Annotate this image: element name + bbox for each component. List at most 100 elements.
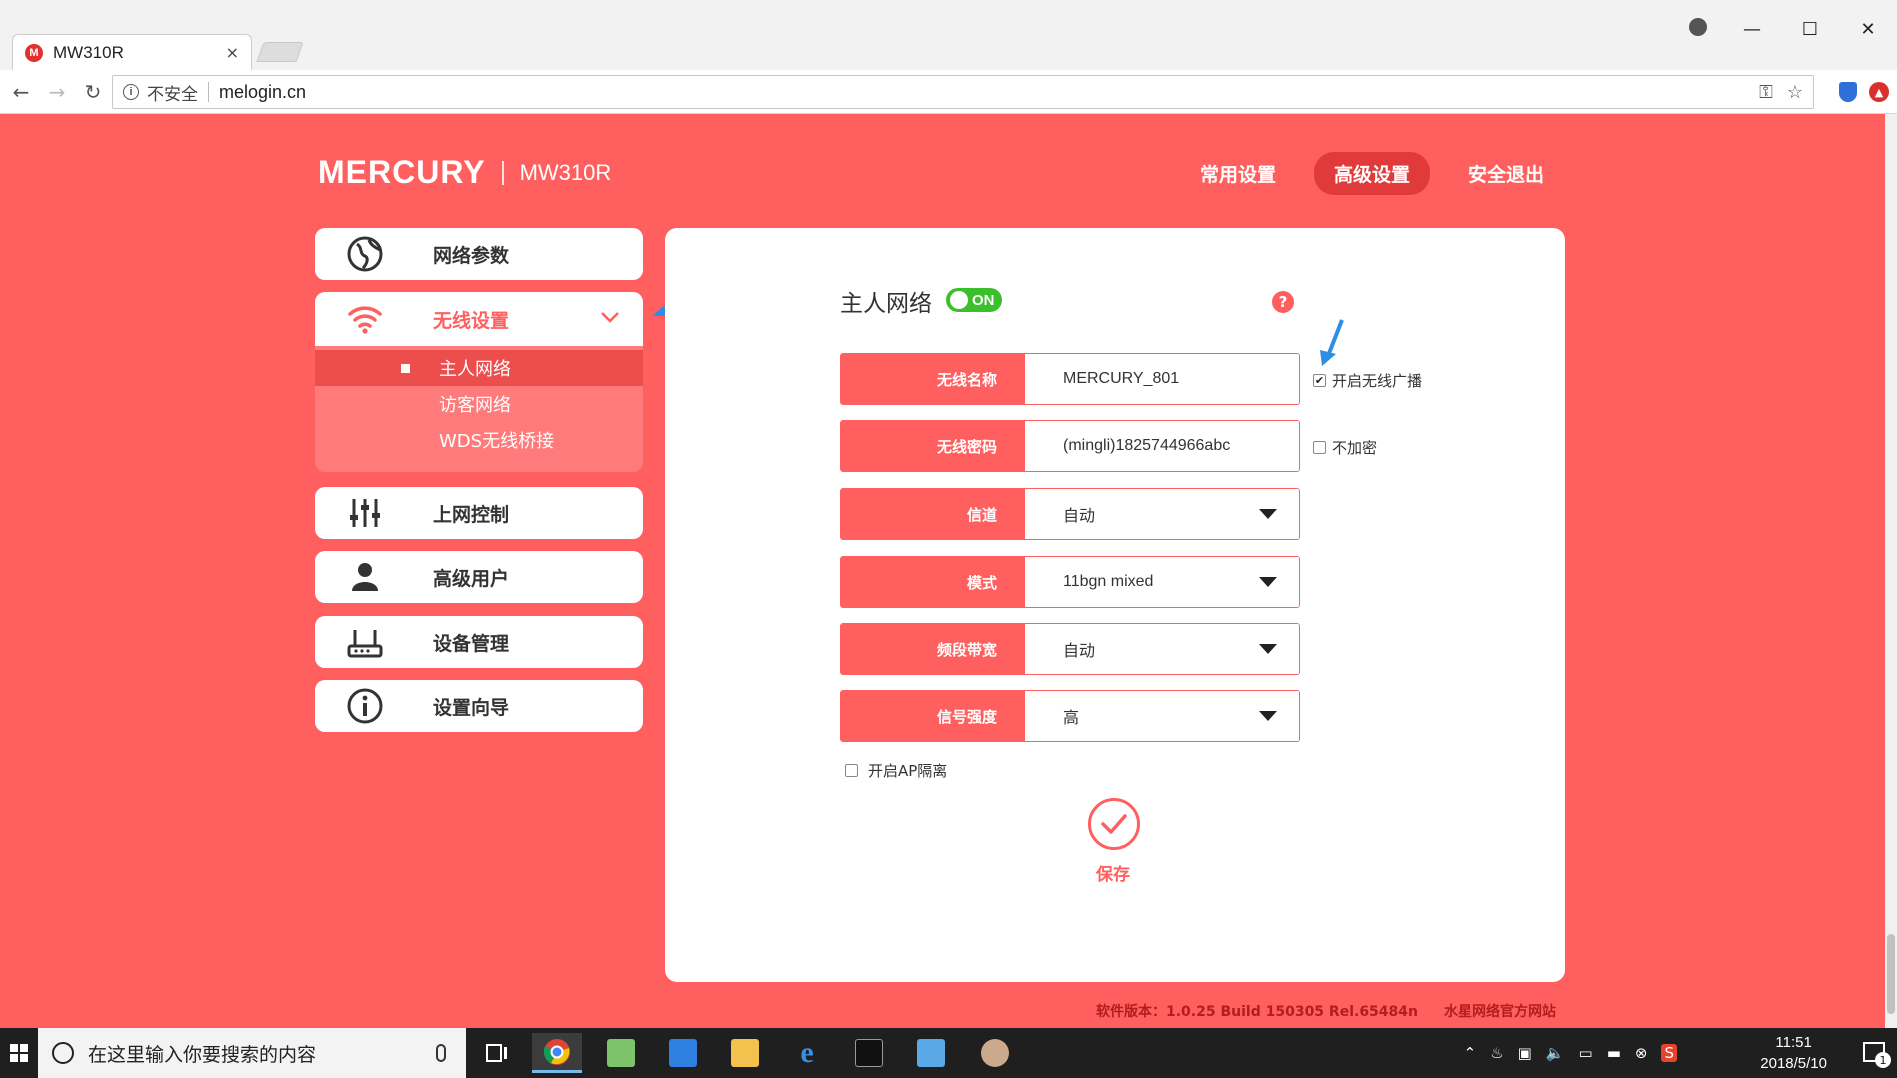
omnibox[interactable]: i 不安全 melogin.cn ⚿ ☆ <box>112 75 1814 109</box>
taskbar: 在这里输入你要搜索的内容 e ⌃ ♨ ▣ 🔈 ▭ ▬ ⊗ S 11:51 201… <box>0 1028 1897 1078</box>
sliders-icon <box>345 493 385 533</box>
dropdown-caret-icon[interactable] <box>1259 509 1277 519</box>
help-icon[interactable]: ? <box>1272 291 1294 313</box>
bandwidth-field[interactable]: 频段带宽 自动 <box>840 623 1300 675</box>
wireless-toggle[interactable]: ON <box>946 288 1002 312</box>
notification-badge: 1 <box>1875 1052 1891 1068</box>
sogou-ime-icon[interactable]: S <box>1661 1044 1677 1062</box>
sidebar-item-network[interactable]: 网络参数 <box>315 228 643 280</box>
battery-icon[interactable]: ▬ <box>1607 1044 1621 1062</box>
tray-app-icon[interactable]: ♨ <box>1490 1044 1503 1062</box>
page-title: 主人网络 <box>840 291 932 317</box>
broadcast-label: 开启无线广播 <box>1332 372 1423 390</box>
minimize-icon[interactable]: — <box>1723 14 1781 44</box>
sidebar-item-advanced-user[interactable]: 高级用户 <box>315 551 643 603</box>
brand-logo: MERCURY <box>318 154 486 190</box>
sidebar-item-label: 网络参数 <box>433 244 510 267</box>
reload-icon[interactable]: ↻ <box>78 77 108 107</box>
broadcast-checkbox[interactable]: ✔ 开启无线广播 <box>1313 370 1422 391</box>
taskbar-clock[interactable]: 11:51 2018/5/10 <box>1760 1032 1827 1074</box>
bandwidth-select[interactable]: 自动 <box>1025 624 1299 674</box>
profile-icon[interactable] <box>1689 18 1707 36</box>
show-hidden-icons-icon[interactable]: ⌃ <box>1464 1044 1477 1062</box>
scrollbar-thumb[interactable] <box>1887 934 1895 1014</box>
new-tab-button[interactable] <box>256 42 304 62</box>
submenu-item-guest-network[interactable]: 访客网络 <box>315 386 643 422</box>
official-site-link[interactable]: 水星网络官方网站 <box>1444 1001 1556 1021</box>
site-info-icon[interactable]: i <box>123 84 139 100</box>
close-window-icon[interactable]: ✕ <box>1839 14 1897 44</box>
ap-isolation-label: 开启AP隔离 <box>868 762 948 780</box>
wps-writer-app-icon[interactable] <box>658 1033 708 1073</box>
ap-isolation-check-icon[interactable] <box>845 764 858 777</box>
annotation-arrow-icon <box>1320 319 1344 366</box>
taskbar-search[interactable]: 在这里输入你要搜索的内容 <box>38 1028 466 1078</box>
file-explorer-app-icon[interactable] <box>720 1033 770 1073</box>
no-encrypt-check-icon[interactable] <box>1313 441 1326 454</box>
avatar-app-icon[interactable] <box>970 1033 1020 1073</box>
nav-advanced-settings[interactable]: 高级设置 <box>1314 152 1431 195</box>
key-icon[interactable]: ⚿ <box>1759 82 1773 103</box>
channel-label: 信道 <box>841 489 1025 539</box>
terminal-app-icon[interactable] <box>844 1033 894 1073</box>
channel-field[interactable]: 信道 自动 <box>840 488 1300 540</box>
mode-select[interactable]: 11bgn mixed <box>1025 557 1299 607</box>
address-bar: ← → ↻ i 不安全 melogin.cn ⚿ ☆ ▲ <box>0 70 1897 114</box>
maximize-icon[interactable]: ☐ <box>1781 14 1839 44</box>
tray-app-icon[interactable]: ▣ <box>1518 1044 1532 1062</box>
mode-value: 11bgn mixed <box>1063 573 1154 590</box>
ssid-input[interactable] <box>1063 370 1283 388</box>
sidebar-item-wireless[interactable]: 无线设置 <box>315 292 643 346</box>
submenu-item-host-network[interactable]: 主人网络 <box>315 350 643 386</box>
photos-app-icon[interactable] <box>596 1033 646 1073</box>
save-button[interactable] <box>1088 798 1140 850</box>
mode-field[interactable]: 模式 11bgn mixed <box>840 556 1300 608</box>
info-icon <box>345 686 385 726</box>
chevron-down-icon <box>599 306 621 332</box>
page-scrollbar[interactable] <box>1885 114 1897 1028</box>
cortana-icon <box>52 1042 74 1064</box>
channel-select[interactable]: 自动 <box>1025 489 1299 539</box>
nav-logout[interactable]: 安全退出 <box>1448 152 1564 195</box>
remote-desktop-app-icon[interactable] <box>906 1033 956 1073</box>
no-encrypt-checkbox[interactable]: 不加密 <box>1313 437 1377 458</box>
tray-app-icon[interactable]: ⊗ <box>1635 1044 1648 1062</box>
signal-strength-select[interactable]: 高 <box>1025 691 1299 741</box>
signal-strength-field[interactable]: 信号强度 高 <box>840 690 1300 742</box>
close-tab-icon[interactable]: × <box>226 43 239 62</box>
browser-tab[interactable]: M MW310R × <box>12 34 252 70</box>
extension-red-icon[interactable]: ▲ <box>1869 82 1889 102</box>
password-field: 无线密码 <box>840 420 1300 472</box>
forward-icon[interactable]: → <box>42 77 72 107</box>
omnibox-separator <box>208 82 209 102</box>
task-view-icon[interactable] <box>472 1033 522 1073</box>
back-icon[interactable]: ← <box>6 77 36 107</box>
edge-app-icon[interactable]: e <box>782 1033 832 1073</box>
bookmark-star-icon[interactable]: ☆ <box>1787 82 1803 103</box>
bandwidth-label: 频段带宽 <box>841 624 1025 674</box>
clock-date: 2018/5/10 <box>1760 1055 1827 1072</box>
microphone-icon[interactable] <box>436 1044 446 1062</box>
dropdown-caret-icon[interactable] <box>1259 577 1277 587</box>
password-input[interactable] <box>1063 437 1283 455</box>
nav-common-settings[interactable]: 常用设置 <box>1180 152 1296 195</box>
dropdown-caret-icon[interactable] <box>1259 711 1277 721</box>
broadcast-check-icon[interactable]: ✔ <box>1313 374 1326 387</box>
toggle-knob <box>950 291 968 309</box>
dropdown-caret-icon[interactable] <box>1259 644 1277 654</box>
sidebar-item-device-management[interactable]: 设备管理 <box>315 616 643 668</box>
volume-icon[interactable]: 🔈 <box>1546 1044 1565 1062</box>
sidebar-item-setup-wizard[interactable]: 设置向导 <box>315 680 643 732</box>
chrome-app-icon[interactable] <box>532 1033 582 1073</box>
save-label[interactable]: 保存 <box>1096 860 1130 885</box>
ap-isolation-checkbox[interactable]: 开启AP隔离 <box>845 760 947 781</box>
network-icon[interactable]: ▭ <box>1579 1044 1593 1062</box>
search-placeholder: 在这里输入你要搜索的内容 <box>88 1043 317 1066</box>
windows-start-icon[interactable] <box>0 1028 38 1078</box>
sidebar-item-access-control[interactable]: 上网控制 <box>315 487 643 539</box>
submenu-item-label: WDS无线桥接 <box>439 431 555 452</box>
url-text[interactable]: melogin.cn <box>219 82 1745 103</box>
extension-shield-icon[interactable] <box>1839 82 1857 102</box>
mercury-favicon-icon: M <box>25 43 43 62</box>
submenu-item-wds-bridge[interactable]: WDS无线桥接 <box>315 422 643 458</box>
